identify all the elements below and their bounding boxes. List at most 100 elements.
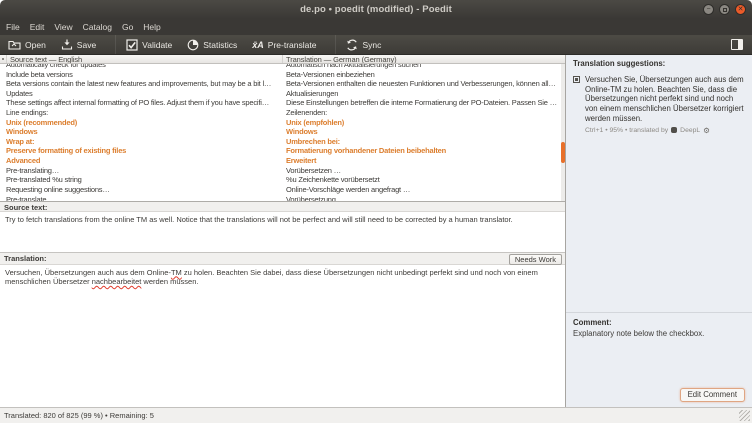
table-row[interactable]: Updates Aktualisierungen xyxy=(0,89,565,99)
table-row[interactable]: Include beta versions Beta-Versionen ein… xyxy=(0,70,565,80)
scrollbar-track[interactable] xyxy=(561,64,565,201)
translation-cell: Vorübersetzen … xyxy=(283,166,565,176)
column-header-translation[interactable]: Translation — German (Germany) xyxy=(283,55,565,63)
entries-list[interactable]: Automatically check for updates Automati… xyxy=(0,64,565,201)
sort-indicator[interactable] xyxy=(0,55,7,63)
pretranslate-icon: x̄A xyxy=(252,40,264,50)
suggestion-source-icon xyxy=(573,76,580,83)
window-title: de.po • poedit (modified) - Poedit xyxy=(0,4,752,15)
table-row[interactable]: These settings affect internal formattin… xyxy=(0,98,565,108)
translation-label: Translation: xyxy=(4,254,47,263)
comment-text: Explanatory note below the checkbox. xyxy=(573,329,745,338)
statistics-button[interactable]: Statistics xyxy=(187,39,237,51)
menu-edit[interactable]: Edit xyxy=(30,22,45,32)
suggestion-item[interactable]: Versuchen Sie, Übersetzungen auch aus de… xyxy=(573,75,745,124)
translation-editor[interactable]: Versuchen, Übersetzungen auch aus dem On… xyxy=(0,265,565,408)
window-controls: − ✕ xyxy=(703,4,746,15)
source-cell: Line endings: xyxy=(0,108,283,118)
save-icon xyxy=(61,39,73,50)
menu-view[interactable]: View xyxy=(54,22,72,32)
table-row[interactable]: Windows Windows xyxy=(0,127,565,137)
validate-button[interactable]: Validate xyxy=(126,39,172,51)
translation-cell: Windows xyxy=(283,127,565,137)
source-cell: Pre-translate xyxy=(0,195,283,201)
comment-section: Comment: Explanatory note below the chec… xyxy=(566,312,752,407)
suggestion-shortcut-and-score: Ctrl+1 • 95% • translated by xyxy=(585,127,668,134)
translation-cell: Diese Einstellungen betreffen die intern… xyxy=(283,98,565,108)
table-row[interactable]: Advanced Erweitert xyxy=(0,156,565,166)
table-row[interactable]: Requesting online suggestions… Online-Vo… xyxy=(0,185,565,195)
entries-pane: Source text — English Translation — Germ… xyxy=(0,55,566,407)
translation-cell: Aktualisierungen xyxy=(283,89,565,99)
status-text: Translated: 820 of 825 (99 %) • Remainin… xyxy=(4,411,154,420)
translation-cell: Umbrechen bei: xyxy=(283,137,565,147)
menu-catalog[interactable]: Catalog xyxy=(83,22,112,32)
translation-label-bar: Translation: Needs Work xyxy=(0,252,565,265)
source-text-view: Try to fetch translations from the onlin… xyxy=(0,212,565,252)
suggestions-section: Translation suggestions: Versuchen Sie, … xyxy=(566,55,752,312)
source-cell: Unix (recommended) xyxy=(0,118,283,128)
entries-list-rows: Automatically check for updates Automati… xyxy=(0,64,565,201)
table-row[interactable]: Preserve formatting of existing files Fo… xyxy=(0,146,565,156)
edit-comment-button[interactable]: Edit Comment xyxy=(680,388,745,402)
title-bar[interactable]: de.po • poedit (modified) - Poedit − ✕ xyxy=(0,0,752,19)
source-cell: Preserve formatting of existing files xyxy=(0,146,283,156)
suggestion-text: Versuchen Sie, Übersetzungen auch aus de… xyxy=(585,75,745,124)
source-cell: Beta versions contain the latest new fea… xyxy=(0,79,283,89)
menu-go[interactable]: Go xyxy=(122,22,133,32)
close-icon[interactable]: ✕ xyxy=(735,4,746,15)
statistics-pie-icon xyxy=(187,39,199,51)
sync-icon xyxy=(346,39,358,51)
table-row[interactable]: Pre-translated %u string %u Zeichenkette… xyxy=(0,175,565,185)
comment-title: Comment: xyxy=(573,318,745,327)
toolbar: Open Save Validate Statistics xyxy=(0,35,752,55)
table-row[interactable]: Beta versions contain the latest new fea… xyxy=(0,79,565,89)
minimize-icon[interactable]: − xyxy=(703,4,714,15)
suggestions-title: Translation suggestions: xyxy=(573,59,745,68)
translation-cell: Zeilenenden: xyxy=(283,108,565,118)
list-header: Source text — English Translation — Germ… xyxy=(0,55,565,64)
suggestion-provider: DeepL xyxy=(680,127,700,134)
source-cell: Requesting online suggestions… xyxy=(0,185,283,195)
table-row[interactable]: Line endings: Zeilenenden: xyxy=(0,108,565,118)
main-area: Source text — English Translation — Germ… xyxy=(0,55,752,407)
table-row[interactable]: Wrap at: Umbrechen bei: xyxy=(0,137,565,147)
open-folder-icon xyxy=(8,39,21,50)
translation-cell: Erweitert xyxy=(283,156,565,166)
status-bar: Translated: 820 of 825 (99 %) • Remainin… xyxy=(0,407,752,423)
table-row[interactable]: Unix (recommended) Unix (empfohlen) xyxy=(0,118,565,128)
open-button[interactable]: Open xyxy=(8,39,46,50)
sync-button[interactable]: Sync xyxy=(346,39,381,51)
translation-cell: Unix (empfohlen) xyxy=(283,118,565,128)
sidebar-toggle-icon[interactable] xyxy=(731,39,743,50)
source-cell: These settings affect internal formattin… xyxy=(0,98,283,108)
gear-icon[interactable]: ⚙ xyxy=(703,127,710,135)
translation-cell: Beta-Versionen enthalten die neuesten Fu… xyxy=(283,79,565,89)
table-row[interactable]: Pre-translating… Vorübersetzen … xyxy=(0,166,565,176)
source-cell: Include beta versions xyxy=(0,70,283,80)
sidebar: Translation suggestions: Versuchen Sie, … xyxy=(566,55,752,407)
suggestion-meta: Ctrl+1 • 95% • translated by DeepL ⚙ xyxy=(585,127,745,135)
translation-cell: Formatierung vorhandener Dateien beibeha… xyxy=(283,146,565,156)
needs-work-button[interactable]: Needs Work xyxy=(509,254,562,265)
column-header-source[interactable]: Source text — English xyxy=(7,55,283,63)
menu-file[interactable]: File xyxy=(6,22,20,32)
table-row[interactable]: Pre-translate Vorübersetzung xyxy=(0,195,565,201)
menu-bar: File Edit View Catalog Go Help xyxy=(0,19,752,35)
menu-help[interactable]: Help xyxy=(143,22,160,32)
source-cell: Advanced xyxy=(0,156,283,166)
scrollbar-thumb[interactable] xyxy=(561,142,565,163)
deepl-logo-icon xyxy=(671,127,677,133)
translation-cell: %u Zeichenkette vorübersetzt xyxy=(283,175,565,185)
translation-cell: Vorübersetzung xyxy=(283,195,565,201)
poedit-window: de.po • poedit (modified) - Poedit − ✕ F… xyxy=(0,0,752,423)
resize-grip[interactable] xyxy=(739,410,750,421)
source-cell: Updates xyxy=(0,89,283,99)
save-button[interactable]: Save xyxy=(61,39,96,50)
source-text-label: Source text: xyxy=(0,201,565,212)
source-cell: Wrap at: xyxy=(0,137,283,147)
pretranslate-button[interactable]: x̄A Pre-translate xyxy=(252,40,316,50)
maximize-icon[interactable] xyxy=(719,4,730,15)
source-cell: Windows xyxy=(0,127,283,137)
translation-cell: Online-Vorschläge werden angefragt … xyxy=(283,185,565,195)
